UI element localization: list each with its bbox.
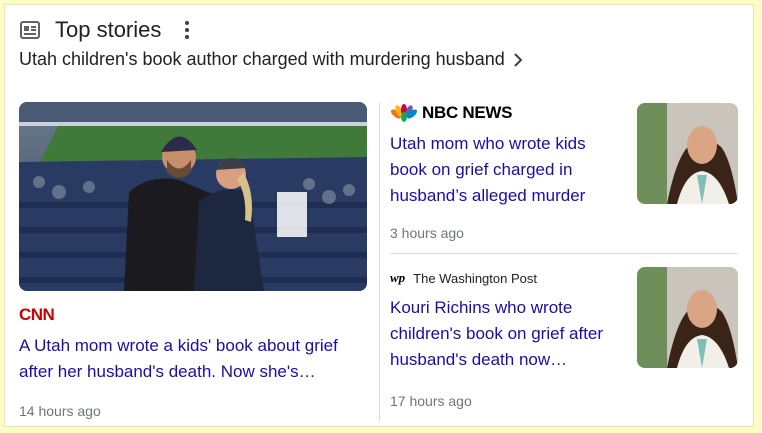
column-divider	[379, 103, 380, 421]
story-thumbnail	[637, 267, 738, 368]
more-vert-icon[interactable]	[179, 19, 195, 41]
headline-line: children's book on grief after	[390, 324, 604, 343]
row-divider	[390, 253, 738, 254]
source-name: The Washington Post	[413, 270, 537, 286]
peacock-icon	[391, 104, 417, 122]
section-title: Top stories	[55, 17, 162, 42]
headline-line: husband’s alleged murder	[390, 186, 586, 205]
top-stories-header: Top stories	[19, 17, 195, 43]
story-headline[interactable]: A Utah mom wrote a kids' book about grie…	[19, 333, 367, 385]
story-headline[interactable]: Utah mom who wrote kids book on grief ch…	[390, 131, 622, 209]
newspaper-icon	[19, 19, 41, 41]
headline-line: Utah mom who wrote kids	[390, 134, 586, 153]
source-logo-cnn: CNN	[19, 305, 55, 324]
topic-label: Utah children's book author charged with…	[19, 49, 505, 69]
story-thumbnail	[637, 103, 738, 204]
story-timestamp: 3 hours ago	[390, 225, 464, 241]
story-timestamp: 14 hours ago	[19, 403, 101, 419]
chevron-right-icon	[513, 52, 523, 67]
headline-line: after her husband's death. Now she's…	[19, 362, 316, 381]
headline-line: Kouri Richins who wrote	[390, 298, 573, 317]
side-story-nbc[interactable]: NBC NEWS Utah mom who wrote kids book on…	[390, 103, 738, 243]
story-headline[interactable]: Kouri Richins who wrote children's book …	[390, 295, 622, 373]
headline-line: book on grief charged in	[390, 160, 573, 179]
headline-line: husband's death now…	[390, 350, 568, 369]
top-stories-card: Top stories Utah children's book author …	[4, 4, 754, 427]
headline-line: A Utah mom wrote a kids' book about grie…	[19, 336, 338, 355]
topic-link[interactable]: Utah children's book author charged with…	[19, 49, 523, 70]
source-name: NBC NEWS	[422, 103, 513, 122]
side-story-wapo[interactable]: wp The Washington Post Kouri Richins who…	[390, 267, 738, 417]
story-timestamp: 17 hours ago	[390, 393, 472, 409]
story-image	[19, 102, 367, 291]
main-story[interactable]: CNN A Utah mom wrote a kids' book about …	[19, 102, 367, 419]
wp-logo-icon: wp	[390, 270, 406, 285]
